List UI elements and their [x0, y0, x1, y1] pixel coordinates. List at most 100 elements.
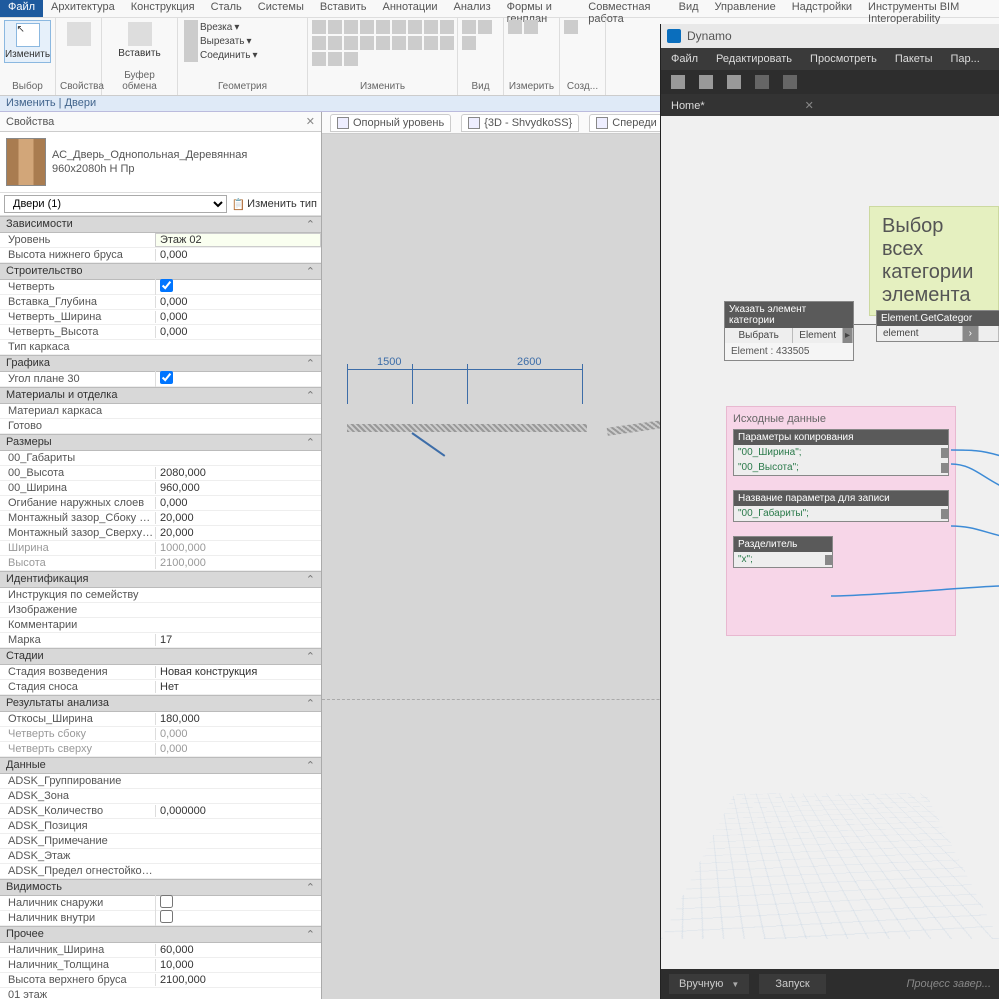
property-row[interactable]: 01 этаж — [0, 988, 321, 999]
dynamo-menu-item[interactable]: Пакеты — [895, 53, 933, 65]
property-row[interactable]: УровеньЭтаж 02 — [0, 233, 321, 248]
property-value[interactable]: 60,000 — [155, 944, 321, 956]
property-row[interactable]: Монтажный зазор_Сбоку тол...20,000 — [0, 511, 321, 526]
property-value[interactable] — [155, 910, 321, 926]
tool-icon[interactable] — [328, 20, 342, 34]
menu-item[interactable]: Аннотации — [375, 0, 446, 17]
property-row[interactable]: ADSK_Предел огнестойкости э... — [0, 864, 321, 879]
property-row[interactable]: Огибание наружных слоев0,000 — [0, 496, 321, 511]
property-row[interactable]: Ширина1000,000 — [0, 541, 321, 556]
tool-icon[interactable] — [424, 36, 438, 50]
menu-item[interactable]: Формы и генплан — [499, 0, 581, 17]
view-icon[interactable] — [478, 20, 492, 34]
property-row[interactable]: Стадия возведенияНовая конструкция — [0, 665, 321, 680]
tool-icon[interactable] — [392, 20, 406, 34]
property-row[interactable]: Четверть — [0, 280, 321, 295]
run-button[interactable]: Запуск — [759, 974, 825, 994]
dynamo-titlebar[interactable]: Dynamo — [661, 24, 999, 48]
menu-item[interactable]: Инструменты BIM Interoperability — [860, 0, 999, 17]
property-row[interactable]: Четверть_Высота0,000 — [0, 325, 321, 340]
property-value[interactable]: 960,000 — [155, 482, 321, 494]
property-section-header[interactable]: Стадии⌃ — [0, 648, 321, 665]
tool-icon[interactable] — [360, 20, 374, 34]
tool-icon[interactable] — [440, 36, 454, 50]
save-icon[interactable] — [727, 75, 741, 89]
property-row[interactable]: Комментарии — [0, 618, 321, 633]
property-row[interactable]: Высота2100,000 — [0, 556, 321, 571]
property-row[interactable]: Четверть сбоку0,000 — [0, 727, 321, 742]
view-tab[interactable]: {3D - ShvydkoSS} — [461, 114, 579, 132]
dynamo-menu-item[interactable]: Просмотреть — [810, 53, 877, 65]
property-value[interactable]: 0,000000 — [155, 805, 321, 817]
tool-icon[interactable] — [392, 36, 406, 50]
property-value[interactable] — [155, 371, 321, 387]
property-row[interactable]: Наличник внутри — [0, 911, 321, 926]
tool-icon[interactable] — [312, 20, 326, 34]
close-icon[interactable]: ✕ — [306, 115, 315, 128]
tool-icon[interactable] — [344, 36, 358, 50]
property-value[interactable]: 0,000 — [155, 497, 321, 509]
tool-icon[interactable] — [408, 36, 422, 50]
tool-icon[interactable] — [344, 20, 358, 34]
menu-item[interactable]: Файл — [0, 0, 43, 17]
menu-item[interactable]: Совместная работа — [580, 0, 670, 17]
tool-icon[interactable] — [312, 52, 326, 66]
node-select-element[interactable]: Указать элемент категории Выбрать Elemen… — [724, 301, 854, 361]
property-row[interactable]: Высота верхнего бруса2100,000 — [0, 973, 321, 988]
menu-item[interactable]: Управление — [707, 0, 784, 17]
property-row[interactable]: Материал каркаса — [0, 404, 321, 419]
tool-icon[interactable] — [440, 20, 454, 34]
dynamo-menu-item[interactable]: Файл — [671, 53, 698, 65]
property-row[interactable]: 00_Габариты — [0, 451, 321, 466]
property-row[interactable]: ADSK_Зона — [0, 789, 321, 804]
property-value[interactable]: Новая конструкция — [155, 666, 321, 678]
property-value[interactable]: 0,000 — [155, 311, 321, 323]
property-value[interactable]: 2080,000 — [155, 467, 321, 479]
tool-icon[interactable] — [376, 36, 390, 50]
code-block-node[interactable]: Разделитель "x"; — [733, 536, 833, 568]
select-button[interactable]: Выбрать — [725, 328, 793, 343]
menu-item[interactable]: Анализ — [445, 0, 498, 17]
measure-icon[interactable] — [524, 20, 538, 34]
dynamo-menu-item[interactable]: Редактировать — [716, 53, 792, 65]
property-value[interactable]: 0,000 — [155, 728, 321, 740]
property-value[interactable]: 1000,000 — [155, 542, 321, 554]
property-row[interactable]: ADSK_Примечание — [0, 834, 321, 849]
property-section-header[interactable]: Графика⌃ — [0, 355, 321, 372]
property-row[interactable]: Четверть сверху0,000 — [0, 742, 321, 757]
property-row[interactable]: Изображение — [0, 603, 321, 618]
property-value[interactable] — [155, 279, 321, 295]
dynamo-note[interactable]: Выбор всехкатегорииэлемента — [869, 206, 999, 316]
property-row[interactable]: Угол плане 30 — [0, 372, 321, 387]
property-section-header[interactable]: Размеры⌃ — [0, 434, 321, 451]
menu-item[interactable]: Надстройки — [784, 0, 860, 17]
tool-icon[interactable] — [344, 52, 358, 66]
tool-icon[interactable] — [328, 52, 342, 66]
property-row[interactable]: ADSK_Позиция — [0, 819, 321, 834]
property-section-header[interactable]: Материалы и отделка⌃ — [0, 387, 321, 404]
view-tab[interactable]: Опорный уровень — [330, 114, 451, 132]
property-row[interactable]: Высота нижнего бруса0,000 — [0, 248, 321, 263]
property-row[interactable]: Монтажный зазор_Сверху тол...20,000 — [0, 526, 321, 541]
property-value[interactable] — [155, 895, 321, 911]
cope-button[interactable]: Врезка ▾ — [182, 20, 303, 34]
property-value[interactable]: 0,000 — [155, 743, 321, 755]
node-get-category[interactable]: Element.GetCategor element › — [876, 310, 999, 342]
modify-button[interactable]: ↖ Изменить — [4, 20, 51, 63]
node-group[interactable]: Исходные данные Параметры копирования "0… — [726, 406, 956, 636]
menu-item[interactable]: Вставить — [312, 0, 375, 17]
property-row[interactable]: ADSK_Этаж — [0, 849, 321, 864]
tool-icon[interactable] — [312, 36, 326, 50]
measure-icon[interactable] — [508, 20, 522, 34]
create-icon[interactable] — [564, 20, 578, 34]
property-row[interactable]: Откосы_Ширина180,000 — [0, 712, 321, 727]
tool-icon[interactable] — [328, 36, 342, 50]
property-section-header[interactable]: Данные⌃ — [0, 757, 321, 774]
view-icon[interactable] — [462, 36, 476, 50]
property-value[interactable]: 2100,000 — [155, 974, 321, 986]
view-icon[interactable] — [462, 20, 476, 34]
cut-button[interactable]: Вырезать ▾ — [182, 34, 303, 48]
property-row[interactable]: Стадия сносаНет — [0, 680, 321, 695]
menu-item[interactable]: Конструкция — [123, 0, 203, 17]
property-row[interactable]: ADSK_Группирование — [0, 774, 321, 789]
